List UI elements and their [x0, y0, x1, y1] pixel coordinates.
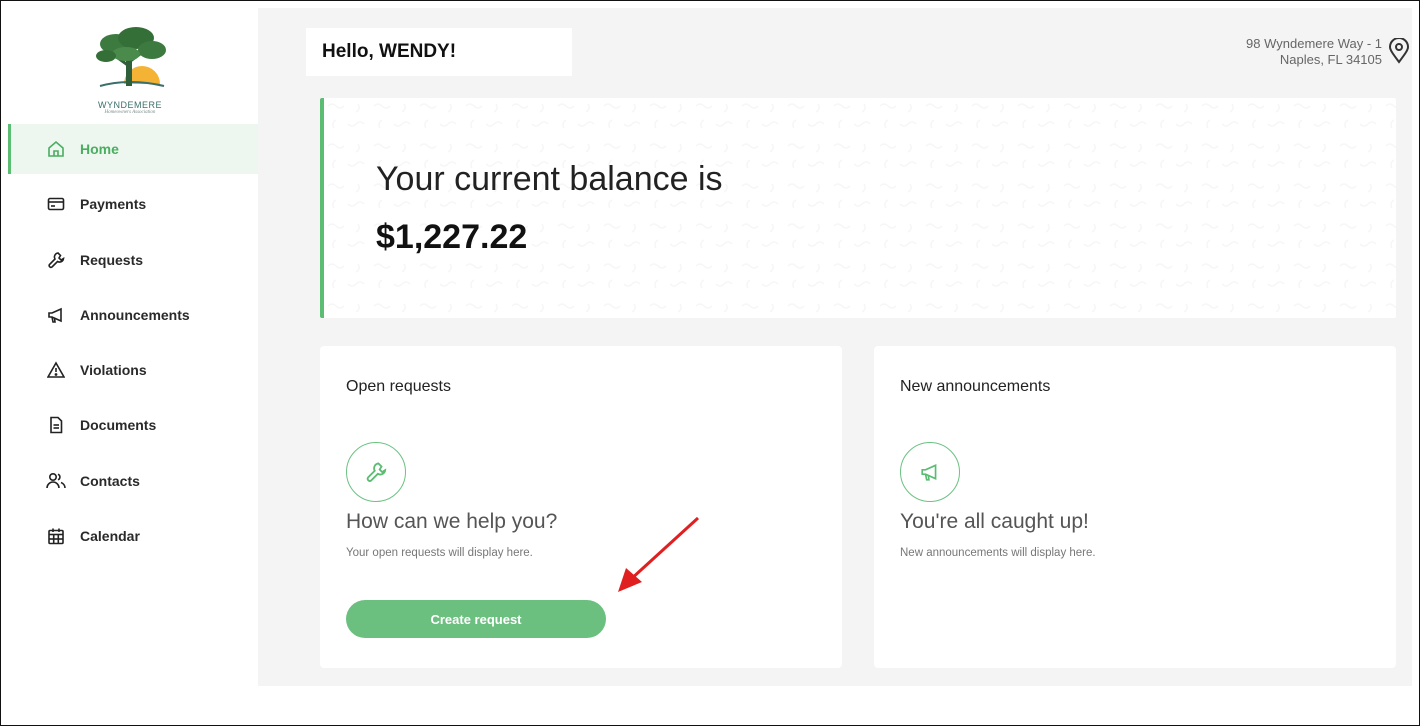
property-address[interactable]: 98 Wyndemere Way - 1 Naples, FL 34105	[1246, 36, 1382, 68]
logo-name: WYNDEMERE	[97, 100, 162, 110]
sidebar-item-payments[interactable]: Payments	[8, 179, 258, 229]
sidebar-item-requests[interactable]: Requests	[8, 235, 258, 285]
logo-subtitle: Homeowners Association	[104, 110, 156, 115]
balance-card: Your current balance is $1,227.22	[320, 98, 1396, 318]
greeting-box: Hello, WENDY!	[306, 28, 572, 76]
announcements-heading: You're all caught up!	[900, 510, 1089, 533]
balance-amount: $1,227.22	[376, 218, 528, 256]
announcements-card: New announcements You're all caught up! …	[874, 346, 1396, 668]
create-request-button[interactable]: Create request	[346, 600, 606, 638]
contacts-icon	[46, 471, 66, 491]
balance-label: Your current balance is	[376, 160, 723, 198]
open-requests-subtext: Your open requests will display here.	[346, 547, 533, 559]
sidebar-item-label: Announcements	[80, 306, 190, 323]
calendar-icon	[46, 526, 66, 546]
home-icon	[46, 139, 66, 159]
sidebar-item-documents[interactable]: Documents	[8, 400, 258, 450]
open-requests-title: Open requests	[346, 378, 451, 395]
balance-background-pattern	[324, 98, 1396, 318]
sidebar-item-contacts[interactable]: Contacts	[8, 456, 258, 506]
tree-sun-logo-icon	[78, 27, 182, 102]
address-line-1: 98 Wyndemere Way - 1	[1246, 36, 1382, 51]
sidebar-item-announcements[interactable]: Announcements	[8, 290, 258, 340]
wrench-icon	[346, 442, 406, 502]
sidebar-item-label: Payments	[80, 196, 147, 213]
sidebar-item-label: Documents	[80, 417, 157, 434]
sidebar-item-label: Contacts	[80, 472, 140, 489]
megaphone-icon	[46, 305, 66, 325]
open-requests-card: Open requests How can we help you? Your …	[320, 346, 842, 668]
document-icon	[46, 415, 66, 435]
open-requests-heading: How can we help you?	[346, 510, 558, 533]
credit-card-icon	[46, 194, 66, 214]
announcements-subtext: New announcements will display here.	[900, 547, 1096, 559]
greeting-text: Hello, WENDY!	[322, 41, 457, 62]
sidebar-item-label: Home	[80, 141, 119, 157]
sidebar-item-violations[interactable]: Violations	[8, 345, 258, 395]
location-pin-icon[interactable]	[1388, 37, 1410, 69]
association-logo[interactable]: WYNDEMERE Homeowners Association	[78, 22, 182, 118]
wrench-icon	[46, 250, 66, 270]
address-line-2: Naples, FL 34105	[1279, 52, 1382, 67]
announcements-title: New announcements	[900, 378, 1051, 395]
sidebar-nav: Home Payments Requests Announcements Vio…	[8, 124, 258, 566]
sidebar: WYNDEMERE Homeowners Association Home Pa…	[8, 8, 258, 686]
sidebar-item-label: Violations	[80, 362, 147, 379]
main-content: Hello, WENDY! 98 Wyndemere Way - 1 Naple…	[258, 8, 1412, 686]
sidebar-item-calendar[interactable]: Calendar	[8, 511, 258, 561]
sidebar-item-label: Calendar	[80, 528, 140, 545]
megaphone-icon	[900, 442, 960, 502]
sidebar-item-label: Requests	[80, 251, 144, 268]
sidebar-item-home[interactable]: Home	[8, 124, 258, 174]
warning-icon	[46, 360, 66, 380]
annotation-arrow-icon	[618, 516, 700, 592]
